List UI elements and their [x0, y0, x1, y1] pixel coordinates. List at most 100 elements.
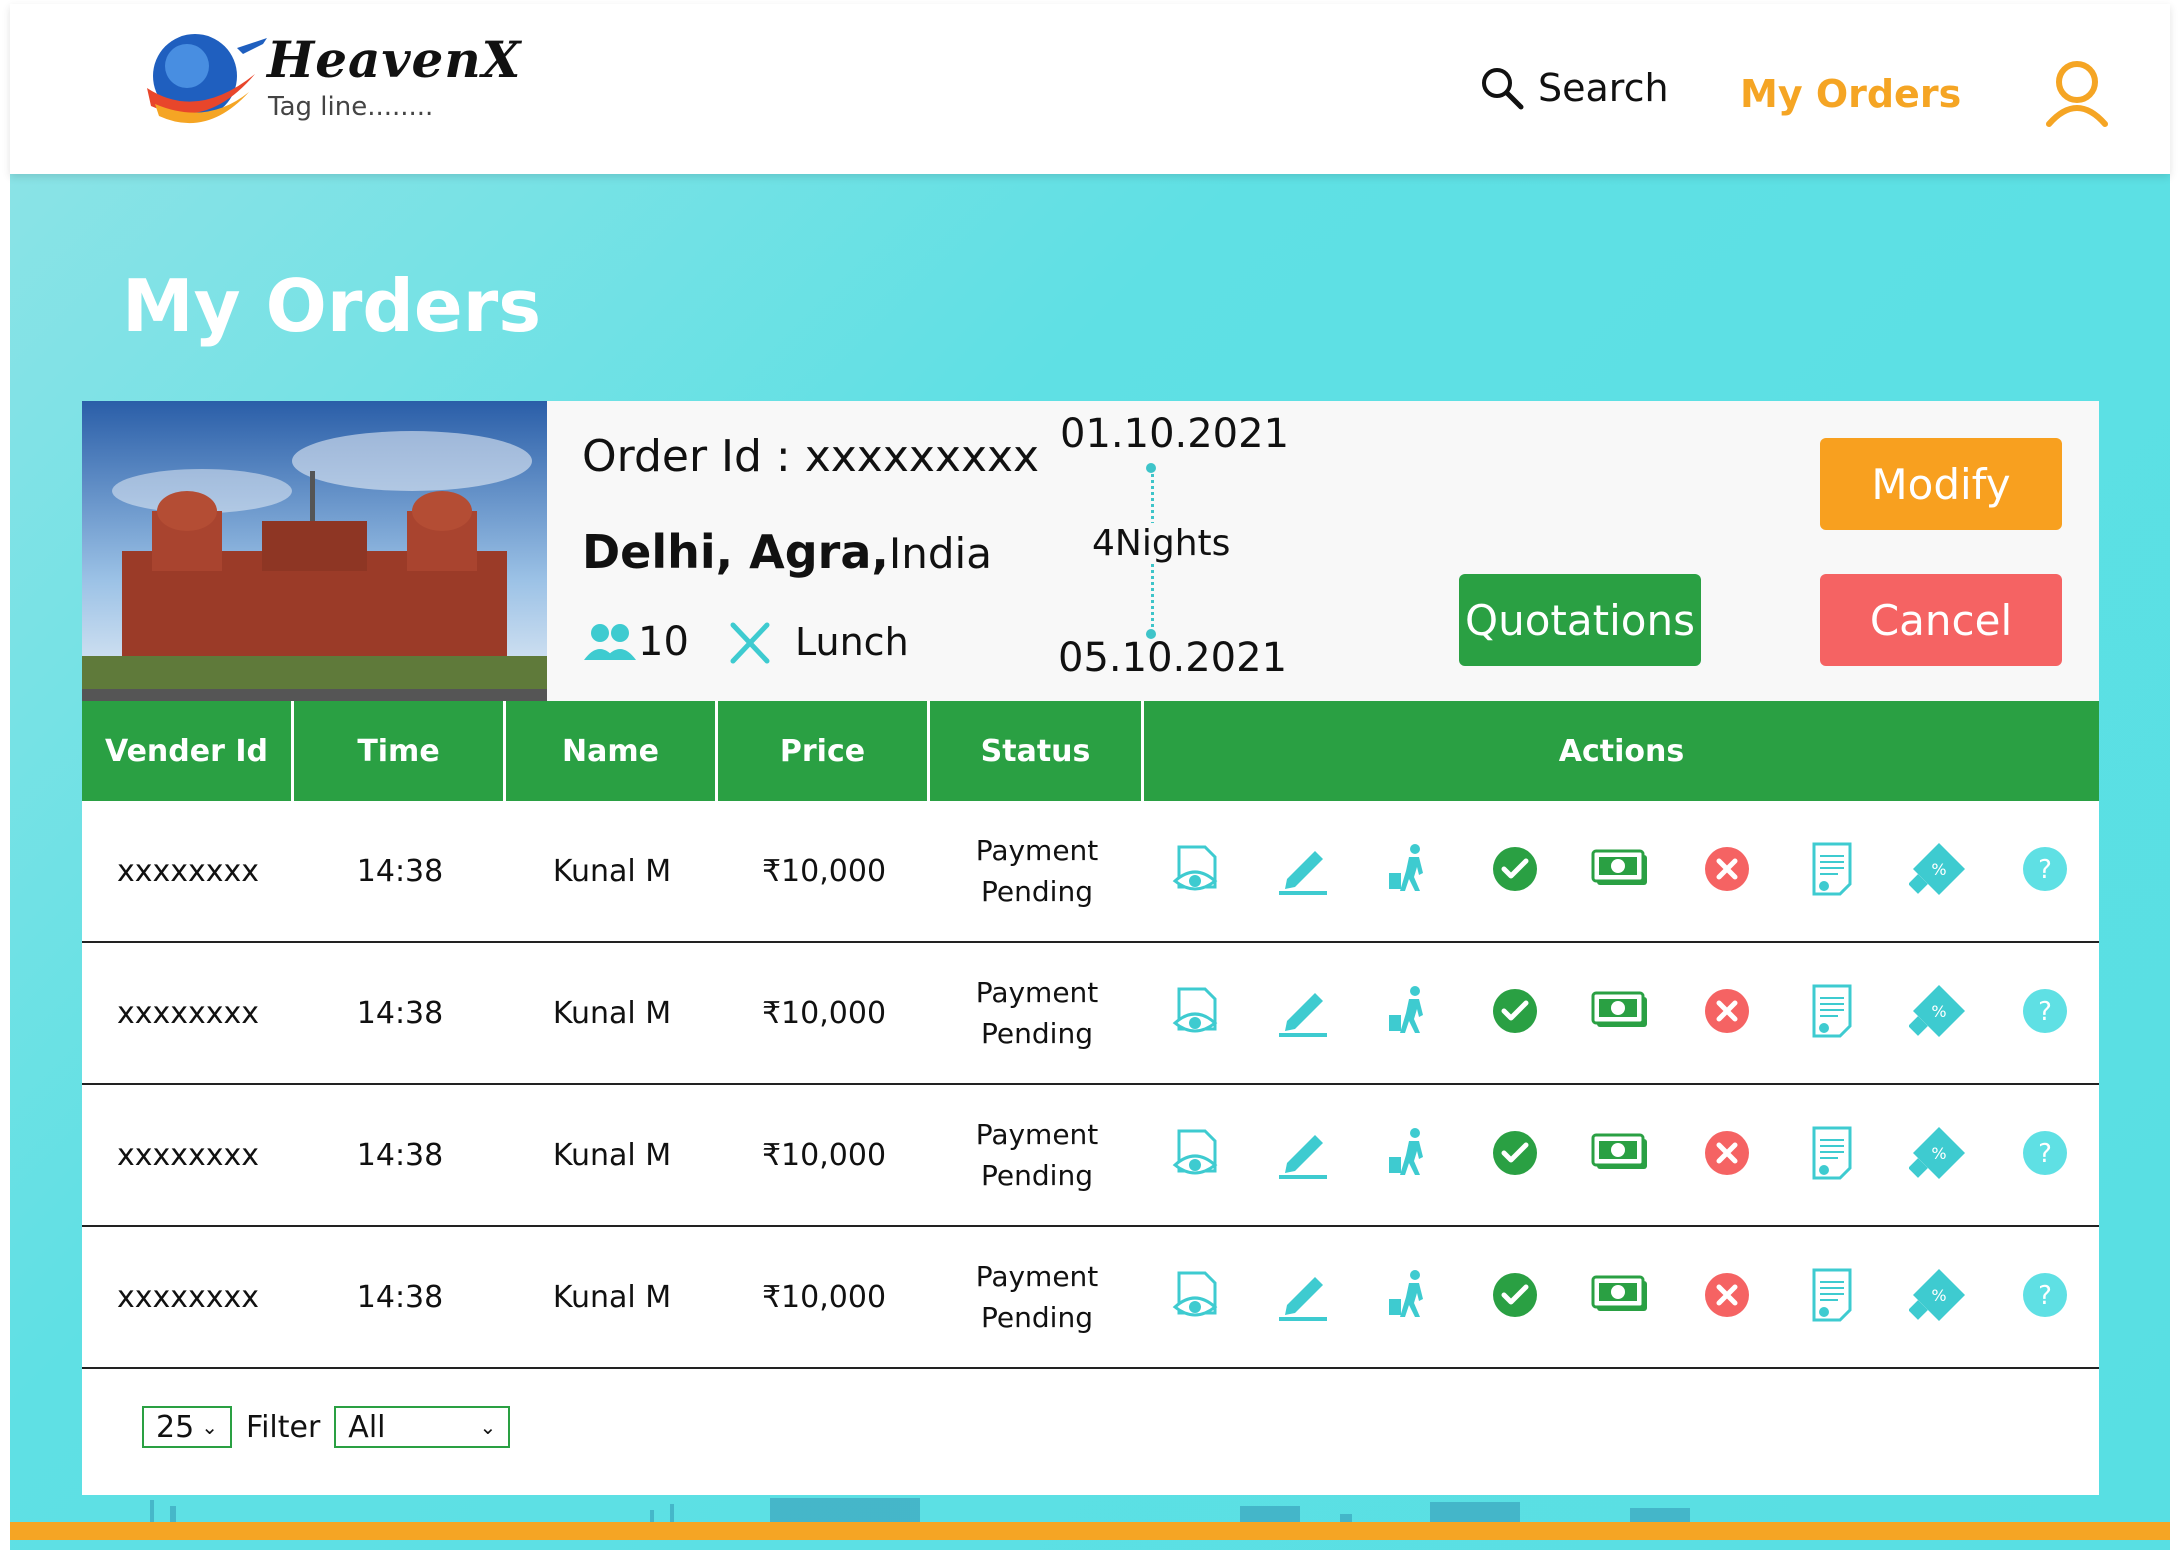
page-size-select[interactable]: 25 ⌄ [142, 1406, 232, 1448]
approve-check-action-button[interactable] [1462, 987, 1568, 1039]
invoice-action-button[interactable] [1780, 1266, 1886, 1328]
help-question-icon: ? [2021, 1271, 2069, 1323]
status-line-2: Pending [981, 1017, 1093, 1050]
reject-x-icon [1703, 845, 1751, 897]
meal-plan-value: Lunch [795, 620, 909, 664]
actions-cell: %? [1144, 1123, 2099, 1187]
view-document-action-button[interactable] [1144, 1125, 1250, 1185]
discount-coupon-action-button[interactable]: % [1886, 981, 1992, 1045]
invoice-icon [1808, 1124, 1858, 1186]
column-header-status[interactable]: Status [930, 701, 1144, 801]
reject-x-action-button[interactable] [1674, 1271, 1780, 1323]
view-document-icon [1169, 983, 1225, 1043]
reject-x-action-button[interactable] [1674, 1129, 1780, 1181]
time-cell: 14:38 [356, 853, 444, 889]
discount-coupon-action-button[interactable]: % [1886, 1123, 1992, 1187]
view-document-action-button[interactable] [1144, 983, 1250, 1043]
traveller-luggage-action-button[interactable] [1356, 1125, 1462, 1185]
help-question-action-button[interactable]: ? [1992, 1271, 2098, 1323]
brand-logo[interactable]: HeavenX Tag line........ [125, 22, 520, 132]
table-row[interactable]: xxxxxxxx 14:38 Kunal M ₹10,000 Payment Pe… [82, 943, 2099, 1085]
nav-search[interactable]: Search [1480, 66, 1669, 110]
invoice-icon [1808, 840, 1858, 902]
column-header-vendor-id[interactable]: Vender Id [82, 701, 294, 801]
payment-cash-action-button[interactable] [1568, 1133, 1674, 1177]
svg-text:?: ? [2038, 1139, 2052, 1169]
traveller-luggage-action-button[interactable] [1356, 841, 1462, 901]
view-document-action-button[interactable] [1144, 1267, 1250, 1327]
table-row[interactable]: xxxxxxxx 14:38 Kunal M ₹10,000 Payment Pe… [82, 1227, 2099, 1369]
status-line-1: Payment [975, 1118, 1099, 1151]
edit-pencil-action-button[interactable] [1250, 1125, 1356, 1185]
approve-check-action-button[interactable] [1462, 1129, 1568, 1181]
people-icon [584, 624, 636, 660]
name-cell: Kunal M [552, 995, 672, 1031]
user-account-button[interactable] [2045, 58, 2109, 132]
destination-cities: Delhi, Agra, [582, 525, 889, 579]
invoice-action-button[interactable] [1780, 982, 1886, 1044]
discount-coupon-action-button[interactable]: % [1886, 1265, 1992, 1329]
svg-text:%: % [1931, 1286, 1946, 1305]
vendor-id-cell: xxxxxxxx [116, 853, 260, 889]
help-question-icon: ? [2021, 987, 2069, 1039]
invoice-action-button[interactable] [1780, 840, 1886, 902]
status-line-2: Pending [981, 875, 1093, 908]
start-date: 01.10.2021 [1060, 411, 1290, 457]
edit-pencil-action-button[interactable] [1250, 1267, 1356, 1327]
cancel-button[interactable]: Cancel [1820, 574, 2062, 666]
price-cell: ₹10,000 [761, 1279, 887, 1315]
actions-cell: %? [1144, 981, 2099, 1045]
vendor-id-cell: xxxxxxxx [116, 1137, 260, 1173]
svg-text:%: % [1931, 1144, 1946, 1163]
discount-coupon-action-button[interactable]: % [1886, 839, 1992, 903]
status-cell: Payment Pending [930, 1114, 1144, 1196]
payment-cash-action-button[interactable] [1568, 1275, 1674, 1319]
orders-table-body: xxxxxxxx 14:38 Kunal M ₹10,000 Payment Pe… [82, 801, 2099, 1369]
payment-cash-action-button[interactable] [1568, 991, 1674, 1035]
edit-pencil-icon [1275, 841, 1331, 901]
table-row[interactable]: xxxxxxxx 14:38 Kunal M ₹10,000 Payment Pe… [82, 801, 2099, 943]
traveller-count-value: 10 [638, 619, 689, 665]
payment-cash-icon [1591, 1275, 1651, 1319]
column-header-name[interactable]: Name [506, 701, 718, 801]
end-date: 05.10.2021 [1058, 635, 1288, 681]
view-document-icon [1169, 841, 1225, 901]
help-question-action-button[interactable]: ? [1992, 845, 2098, 897]
reject-x-action-button[interactable] [1674, 987, 1780, 1039]
traveller-luggage-action-button[interactable] [1356, 1267, 1462, 1327]
edit-pencil-action-button[interactable] [1250, 841, 1356, 901]
edit-pencil-icon [1275, 1267, 1331, 1327]
column-header-price[interactable]: Price [718, 701, 930, 801]
view-document-action-button[interactable] [1144, 841, 1250, 901]
help-question-action-button[interactable]: ? [1992, 987, 2098, 1039]
svg-text:?: ? [2038, 1281, 2052, 1311]
top-header: HeavenX Tag line........ Search My Order… [10, 4, 2170, 174]
invoice-action-button[interactable] [1780, 1124, 1886, 1186]
name-cell: Kunal M [552, 1137, 672, 1173]
time-cell: 14:38 [356, 1137, 444, 1173]
traveller-luggage-action-button[interactable] [1356, 983, 1462, 1043]
table-row[interactable]: xxxxxxxx 14:38 Kunal M ₹10,000 Payment Pe… [82, 1085, 2099, 1227]
discount-coupon-icon: % [1908, 839, 1969, 903]
page: HeavenX Tag line........ Search My Order… [0, 0, 2181, 1550]
modify-button[interactable]: Modify [1820, 438, 2062, 530]
edit-pencil-icon [1275, 1125, 1331, 1185]
reject-x-action-button[interactable] [1674, 845, 1780, 897]
brand-name: HeavenX [267, 30, 522, 89]
payment-cash-icon [1591, 849, 1651, 893]
nav-my-orders[interactable]: My Orders [1740, 72, 1961, 116]
column-header-time[interactable]: Time [294, 701, 506, 801]
payment-cash-action-button[interactable] [1568, 849, 1674, 893]
help-question-action-button[interactable]: ? [1992, 1129, 2098, 1181]
actions-cell: %? [1144, 839, 2099, 903]
approve-check-action-button[interactable] [1462, 1271, 1568, 1323]
page-size-value: 25 [156, 1409, 195, 1445]
invoice-icon [1808, 982, 1858, 1044]
nav-search-label: Search [1538, 66, 1669, 110]
status-line-1: Payment [975, 976, 1099, 1009]
filter-select[interactable]: All ⌄ [334, 1406, 511, 1448]
quotations-button[interactable]: Quotations [1459, 574, 1701, 666]
edit-pencil-action-button[interactable] [1250, 983, 1356, 1043]
approve-check-action-button[interactable] [1462, 845, 1568, 897]
svg-text:?: ? [2038, 997, 2052, 1027]
